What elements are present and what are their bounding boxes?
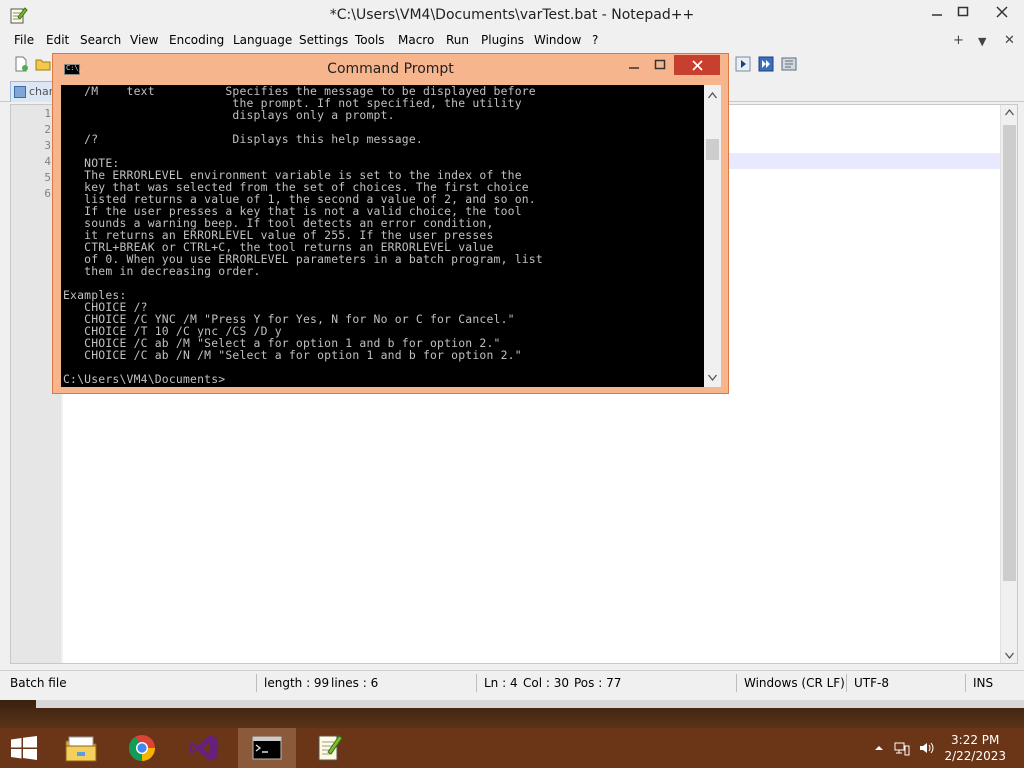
- menu-plugins[interactable]: Plugins: [481, 33, 524, 47]
- line-number: 6: [44, 187, 51, 200]
- console-text: /M text Specifies the message to be disp…: [63, 85, 543, 386]
- cmd-scroll-down[interactable]: [704, 369, 721, 385]
- line-number: 1: [44, 107, 51, 120]
- new-tab-button[interactable]: +: [953, 33, 964, 48]
- status-insert-mode: INS: [973, 676, 994, 690]
- close-button[interactable]: [980, 0, 1024, 24]
- taskbar-notepad-plus-plus[interactable]: [300, 728, 358, 768]
- status-column: Col : 30: [523, 676, 569, 690]
- maximize-icon: [654, 59, 666, 70]
- line-number: 3: [44, 139, 51, 152]
- status-eol: Windows (CR LF): [744, 676, 845, 690]
- cmd-close-button[interactable]: [674, 55, 720, 75]
- menu-help[interactable]: ?: [592, 33, 598, 47]
- close-doc-button[interactable]: ✕: [1004, 33, 1015, 48]
- volume-icon[interactable]: [918, 740, 936, 756]
- menu-settings[interactable]: Settings: [299, 33, 348, 47]
- menu-view[interactable]: View: [130, 33, 158, 47]
- taskbar-clock[interactable]: 3:22 PM 2/22/2023: [944, 732, 1006, 764]
- file-explorer-icon: [65, 736, 97, 762]
- scroll-down-icon: [708, 374, 717, 381]
- maximize-icon: [957, 6, 969, 17]
- taskbar-chrome[interactable]: [113, 728, 171, 768]
- saved-file-icon: [14, 86, 26, 98]
- status-line: Ln : 4: [484, 676, 518, 690]
- status-divider: [476, 674, 477, 692]
- scroll-up-icon: [708, 91, 717, 98]
- editor-scroll-thumb[interactable]: [1003, 125, 1016, 581]
- close-icon: [691, 59, 703, 71]
- command-prompt-icon: [252, 736, 282, 760]
- new-file-icon[interactable]: [12, 55, 30, 73]
- status-divider: [965, 674, 966, 692]
- line-number: 2: [44, 123, 51, 136]
- save-macro-icon[interactable]: [780, 55, 798, 73]
- menu-search[interactable]: Search: [80, 33, 121, 47]
- maximize-button[interactable]: [946, 0, 980, 24]
- clock-date: 2/22/2023: [944, 749, 1006, 763]
- desktop-window-edge: [36, 700, 1024, 708]
- status-divider: [736, 674, 737, 692]
- window-title: *C:\Users\VM4\Documents\varTest.bat - No…: [329, 7, 695, 23]
- clock-time: 3:22 PM: [951, 733, 1000, 747]
- show-hidden-icons-icon[interactable]: [874, 743, 884, 753]
- menu-file[interactable]: File: [14, 33, 34, 47]
- cmd-maximize-button[interactable]: [648, 55, 672, 75]
- scroll-down-icon[interactable]: [1005, 652, 1014, 659]
- minimize-icon: [932, 14, 942, 16]
- scroll-up-icon[interactable]: [1005, 109, 1014, 116]
- play-macro-icon[interactable]: [734, 55, 752, 73]
- status-divider: [256, 674, 257, 692]
- command-prompt-window[interactable]: C:\_ Command Prompt /M text Specifies th…: [52, 53, 729, 394]
- cmd-scroll-thumb[interactable]: [706, 139, 719, 160]
- network-icon[interactable]: [894, 740, 910, 756]
- open-file-icon[interactable]: [34, 55, 52, 73]
- menu-window[interactable]: Window: [534, 33, 581, 47]
- cmd-vertical-scrollbar[interactable]: [704, 85, 721, 387]
- status-bar: Batch file length : 99 lines : 6 Ln : 4 …: [0, 670, 1024, 694]
- windows-start-icon[interactable]: [10, 736, 38, 760]
- taskbar-file-explorer[interactable]: [52, 728, 110, 768]
- system-tray: [874, 728, 936, 768]
- status-divider: [846, 674, 847, 692]
- line-number: 4: [44, 155, 51, 168]
- menu-run[interactable]: Run: [446, 33, 469, 47]
- cmd-title-bar[interactable]: C:\_ Command Prompt: [53, 54, 728, 84]
- taskbar-command-prompt[interactable]: [238, 728, 296, 768]
- desktop-background: [0, 700, 1024, 728]
- menu-edit[interactable]: Edit: [46, 33, 69, 47]
- line-number: 5: [44, 171, 51, 184]
- menu-macro[interactable]: Macro: [398, 33, 434, 47]
- close-icon: [996, 6, 1008, 18]
- minimize-icon: [629, 67, 639, 69]
- notepad-plus-plus-icon: [318, 735, 343, 761]
- status-length: length : 99: [264, 676, 330, 690]
- status-position: Pos : 77: [574, 676, 622, 690]
- cmd-minimize-button[interactable]: [622, 55, 646, 75]
- console-output[interactable]: /M text Specifies the message to be disp…: [61, 85, 704, 387]
- menu-tools[interactable]: Tools: [355, 33, 385, 47]
- title-bar: *C:\Users\VM4\Documents\varTest.bat - No…: [0, 0, 1024, 30]
- menu-bar: File Edit Search View Encoding Language …: [0, 30, 1024, 52]
- taskbar: 3:22 PM 2/22/2023: [0, 728, 1024, 768]
- status-encoding: UTF-8: [854, 676, 889, 690]
- status-file-type: Batch file: [10, 676, 67, 690]
- cmd-scroll-up[interactable]: [704, 87, 721, 103]
- tab-list-button[interactable]: ▼: [978, 35, 986, 48]
- visual-studio-icon: [189, 735, 218, 761]
- menu-language[interactable]: Language: [233, 33, 292, 47]
- run-macro-multiple-icon[interactable]: [757, 55, 775, 73]
- taskbar-visual-studio[interactable]: [175, 728, 233, 768]
- editor-vertical-scrollbar[interactable]: [1000, 105, 1017, 663]
- chrome-icon: [128, 735, 155, 762]
- status-lines: lines : 6: [331, 676, 379, 690]
- menu-encoding[interactable]: Encoding: [169, 33, 224, 47]
